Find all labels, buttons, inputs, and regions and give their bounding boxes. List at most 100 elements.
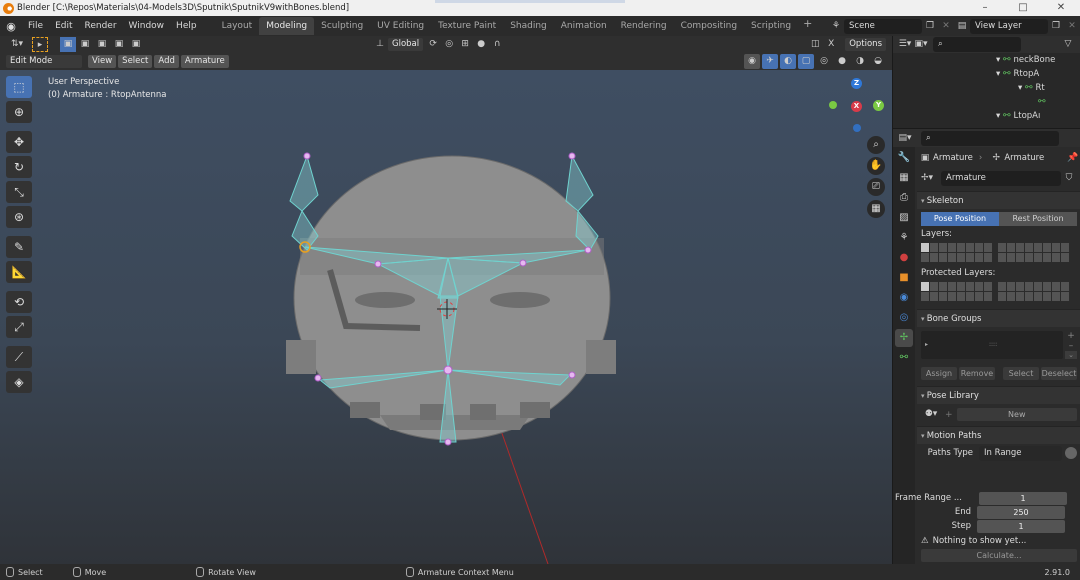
armature-name-field[interactable]: Armature [941,170,1061,186]
view-layer-tab-icon[interactable]: ▨ [895,209,913,227]
options-dropdown[interactable]: Options [845,38,886,51]
tab-shading[interactable]: Shading [503,17,554,35]
select-subtract-icon[interactable]: ▣ [94,37,110,52]
bone-groups-menu-icon[interactable]: ⌄ [1065,351,1077,359]
menu-file[interactable]: File [22,21,49,31]
material-shading-icon[interactable]: ◑ [852,54,868,69]
pose-library-browse-icon[interactable]: ⚉▾ [921,407,941,422]
pose-library-panel-header[interactable]: Pose Library [917,386,1080,404]
paths-help-icon[interactable] [1065,447,1077,459]
display-mode-icon[interactable]: ▣▾ [913,37,929,52]
select-intersect-icon[interactable]: ▣ [128,37,144,52]
new-view-layer-icon[interactable]: ❐ [1048,19,1064,34]
paths-type-dropdown[interactable]: In Range [979,445,1062,461]
snap-target-icon[interactable]: ⊞ [457,37,473,52]
frame-start-field[interactable]: 1 [979,491,1067,505]
remove-bone-group-icon[interactable]: – [1069,341,1074,351]
tab-layout[interactable]: Layout [215,17,260,35]
tab-modeling[interactable]: Modeling [259,17,315,35]
tab-scripting[interactable]: Scripting [744,17,798,35]
scene-tab-icon[interactable]: ⚘ [895,229,913,247]
view-menu[interactable]: View [88,55,117,68]
frame-end-field[interactable]: 250 [977,505,1065,519]
bone-tab-icon[interactable]: ⚯ [895,349,913,367]
output-tab-icon[interactable]: ⎙ [895,189,913,207]
tab-animation[interactable]: Animation [554,17,614,35]
constraints-tab-icon[interactable]: ◎ [895,309,913,327]
falloff-icon[interactable]: ∩ [489,37,505,52]
tab-sculpting[interactable]: Sculpting [314,17,370,35]
calculate-button[interactable]: Calculate... [921,549,1077,562]
add-menu[interactable]: Add [154,55,179,68]
armature-menu[interactable]: Armature [180,55,229,68]
xray-icon[interactable]: ◫ [807,37,823,52]
outliner-row-child[interactable]: ⚯ [893,95,1080,109]
menu-help[interactable]: Help [170,21,203,31]
assign-button[interactable]: Assign [921,367,957,380]
outliner-row-ltopa[interactable]: ▾ ⚯ LtopAı [893,109,1080,123]
outliner-editor-icon[interactable]: ☰▾ [897,37,913,52]
3d-viewport[interactable]: User Perspective (0) Armature : RtopAnte… [0,70,892,564]
tool-tab-icon[interactable]: 🔧 [895,149,913,167]
world-tab-icon[interactable]: ● [895,249,913,267]
new-pose-library-button[interactable]: New [956,408,1077,421]
scene-icon[interactable]: ⚘ [828,19,844,34]
render-tab-icon[interactable]: ▦ [895,169,913,187]
mode-dropdown[interactable]: Edit Mode [6,55,82,68]
outliner-row-rtopa[interactable]: ▾ ⚯ RtopA [893,67,1080,81]
xray-shading-icon[interactable]: ▢ [798,54,814,69]
view-layer-icon[interactable]: ▤ [954,19,970,34]
add-bone-group-icon[interactable]: + [1067,331,1075,341]
editor-type-icon[interactable]: ⇅▾ [6,37,28,52]
armature-browse-icon[interactable]: ✢▾ [917,171,937,186]
blender-menu-icon[interactable]: ◉ [0,20,22,33]
select-extend-icon[interactable]: ▣ [77,37,93,52]
protected-layers-grid[interactable] [921,282,1077,301]
layers-grid[interactable] [921,243,1077,262]
tab-texture-paint[interactable]: Texture Paint [431,17,503,35]
motion-paths-panel-header[interactable]: Motion Paths [917,426,1080,444]
add-workspace-button[interactable]: + [798,17,817,35]
remove-scene-icon[interactable]: ✕ [938,19,954,34]
pivot-icon[interactable]: ⟳ [425,37,441,52]
tab-compositing[interactable]: Compositing [674,17,744,35]
gizmo-toggle-icon[interactable]: ✈ [762,54,778,69]
bone-groups-list[interactable]: ▸ :::: [921,331,1063,359]
list-resize-handle[interactable]: :::: [989,341,997,348]
armature-data-tab-icon[interactable]: ✢ [895,329,913,347]
frame-step-field[interactable]: 1 [977,519,1065,533]
minimize-button[interactable]: – [966,0,1004,16]
filter-icon[interactable]: ▽ [1060,37,1076,52]
select-menu[interactable]: Select [118,55,153,68]
deselect-button[interactable]: Deselect [1041,367,1077,380]
wireframe-shading-icon[interactable]: ◎ [816,54,832,69]
close-button[interactable]: ✕ [1042,0,1080,16]
menu-render[interactable]: Render [79,21,123,31]
new-scene-icon[interactable]: ❐ [922,19,938,34]
outliner-search-input[interactable]: ⌕ [933,37,1021,52]
remove-button[interactable]: Remove [959,367,995,380]
solid-shading-icon[interactable]: ● [834,54,850,69]
view-layer-selector[interactable]: View Layer [970,18,1048,34]
menu-edit[interactable]: Edit [49,21,78,31]
transform-orientation-dropdown[interactable]: Global [388,38,424,51]
rest-position-button[interactable]: Rest Position [999,212,1077,226]
select-button[interactable]: Select [1003,367,1039,380]
select-new-icon[interactable]: ▣ [60,37,76,52]
tab-uv-editing[interactable]: UV Editing [370,17,431,35]
list-expand-icon[interactable]: ▸ [925,341,928,348]
fake-user-shield-icon[interactable]: ⛉ [1061,171,1077,186]
bone-groups-panel-header[interactable]: Bone Groups [917,309,1080,327]
select-tool-icon[interactable]: ▸ [32,37,48,52]
outliner-row-rt[interactable]: ▾ ⚯ Rt [893,81,1080,95]
tab-rendering[interactable]: Rendering [614,17,674,35]
select-invert-icon[interactable]: ▣ [111,37,127,52]
object-tab-icon[interactable]: ■ [895,269,913,287]
overlay-toggle-icon[interactable]: ◐ [780,54,796,69]
pose-position-button[interactable]: Pose Position [921,212,999,226]
sputnik-model[interactable] [0,70,892,564]
outliner-row-neckbone[interactable]: ▾ ⚯ neckBone [893,53,1080,67]
menu-window[interactable]: Window [123,21,171,31]
pin-icon[interactable]: 📌 [1065,151,1080,166]
xray-toggle[interactable]: X [823,37,839,52]
